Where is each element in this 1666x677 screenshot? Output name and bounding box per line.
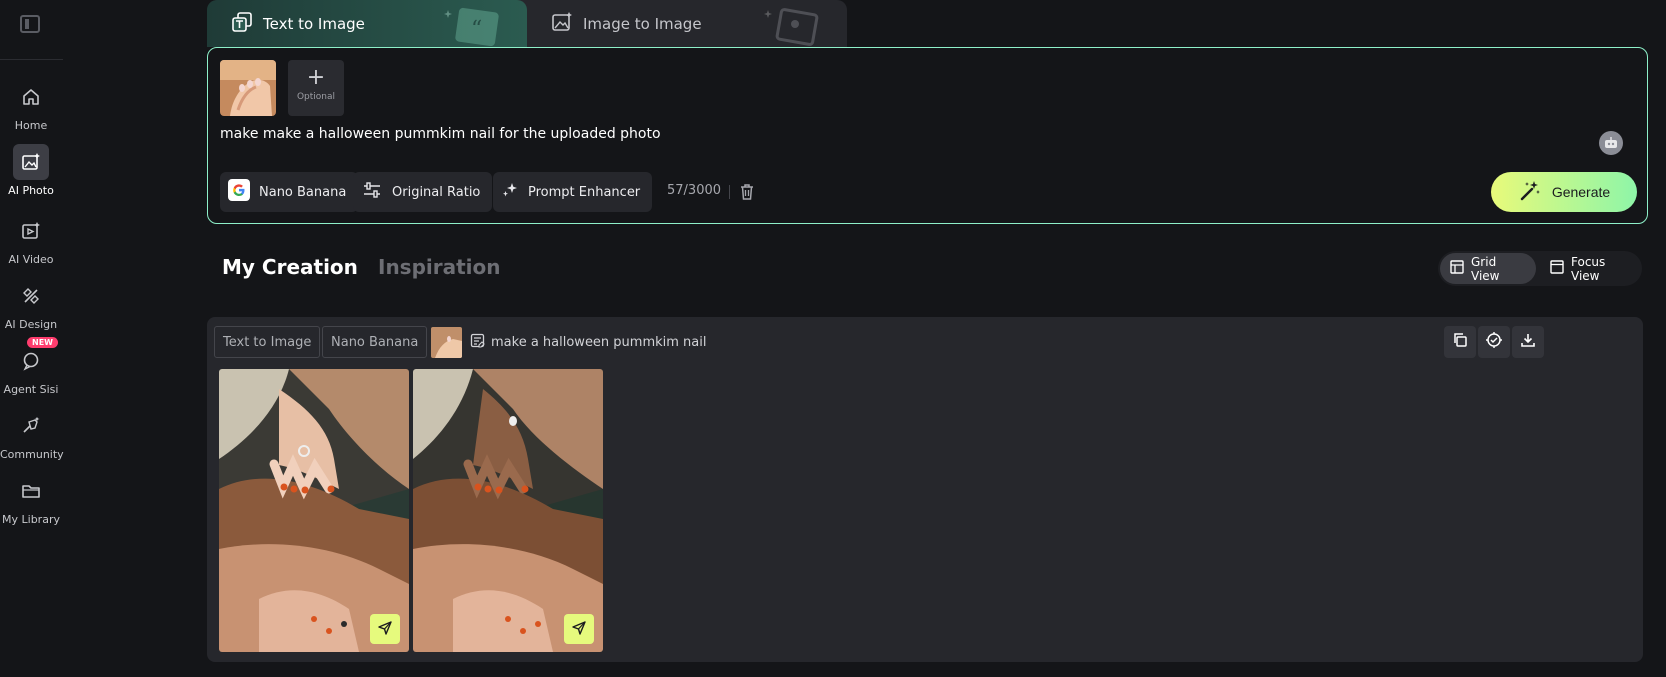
quote-decoration-icon: “ <box>444 7 499 46</box>
optional-image-slot[interactable]: + Optional <box>288 60 344 116</box>
sidebar-item-ai-video[interactable]: AI Video <box>0 213 62 273</box>
app-root: Home AI Photo AI Video AI Design NEW Age… <box>0 0 1666 677</box>
copy-button[interactable] <box>1444 326 1476 358</box>
sidebar-item-ai-photo[interactable]: AI Photo <box>0 144 62 204</box>
grid-icon <box>1450 260 1464 277</box>
ratio-selector[interactable]: Original Ratio <box>353 172 493 212</box>
sidebar-item-label: AI Photo <box>8 184 54 197</box>
sidebar-item-home[interactable]: Home <box>0 79 62 139</box>
sidebar-toggle-icon[interactable] <box>20 15 40 33</box>
focus-view-label: Focus View <box>1571 254 1606 283</box>
enhancer-label: Prompt Enhancer <box>528 184 641 200</box>
character-counter: 57/3000 <box>667 183 722 198</box>
ai-reuse-icon <box>1485 331 1503 353</box>
send-to-edit-button[interactable] <box>564 614 594 644</box>
view-toggle: Grid View Focus View <box>1438 251 1642 286</box>
trash-icon[interactable] <box>739 183 755 205</box>
new-badge: NEW <box>27 337 58 348</box>
sidebar-item-label: AI Video <box>8 253 54 266</box>
sidebar-item-label: AI Design <box>4 318 58 331</box>
uploaded-image-thumbnail[interactable] <box>220 60 276 116</box>
reference-thumbnail[interactable] <box>431 327 462 358</box>
model-tag: Nano Banana <box>322 326 428 358</box>
download-button[interactable] <box>1512 326 1544 358</box>
regenerate-button[interactable] <box>1478 326 1510 358</box>
sidebar: Home AI Photo AI Video AI Design NEW Age… <box>0 0 64 677</box>
tab-text-to-image[interactable]: Text to Image “ <box>207 0 527 47</box>
agent-icon <box>13 343 49 379</box>
tab-my-creation[interactable]: My Creation <box>222 255 358 279</box>
magic-wand-icon <box>1518 179 1542 206</box>
sidebar-item-my-library[interactable]: My Library <box>0 473 62 533</box>
picture-decoration-icon <box>764 8 819 46</box>
generate-button[interactable]: Generate <box>1491 172 1637 212</box>
download-icon <box>1520 332 1536 352</box>
result-image[interactable] <box>413 369 603 652</box>
sidebar-item-label: My Library <box>2 513 60 526</box>
sparkle-icon <box>501 181 519 203</box>
sidebar-item-community[interactable]: Community <box>0 408 64 468</box>
sliders-icon <box>361 181 383 203</box>
sidebar-divider <box>0 59 63 60</box>
focus-view-button[interactable]: Focus View <box>1540 253 1640 284</box>
ai-photo-icon <box>13 144 49 180</box>
sidebar-item-agent-sisi[interactable]: NEW Agent Sisi <box>0 337 62 403</box>
prompt-text-icon <box>470 333 485 352</box>
sidebar-item-label: Agent Sisi <box>3 383 59 396</box>
card-prompt: make a halloween pummkim nail <box>470 333 707 352</box>
tab-inspiration[interactable]: Inspiration <box>378 255 501 279</box>
ai-design-icon <box>13 278 49 314</box>
tab-image-to-image[interactable]: Image to Image <box>527 0 847 47</box>
model-selector[interactable]: Nano Banana <box>220 172 359 212</box>
folder-icon <box>13 473 49 509</box>
generate-label: Generate <box>1551 184 1611 200</box>
sidebar-item-label: Community <box>0 448 64 461</box>
grid-view-button[interactable]: Grid View <box>1440 253 1536 284</box>
result-image[interactable] <box>219 369 409 652</box>
ratio-label: Original Ratio <box>392 184 481 200</box>
send-icon <box>572 620 586 639</box>
mode-tabs: Text to Image “ Image to Image <box>207 0 847 47</box>
google-icon <box>228 179 250 205</box>
send-to-edit-button[interactable] <box>370 614 400 644</box>
prompt-input[interactable]: make make a halloween pummkim nail for t… <box>220 126 1540 142</box>
creation-card: Text to Image Nano Banana make a hallowe… <box>207 317 1643 662</box>
community-icon <box>13 408 49 444</box>
sidebar-item-label: Home <box>14 119 48 132</box>
send-icon <box>378 620 392 639</box>
prompt-panel: + Optional make make a halloween pummkim… <box>207 47 1648 224</box>
counter-divider <box>729 185 730 199</box>
prompt-enhancer-button[interactable]: Prompt Enhancer <box>493 172 653 212</box>
optional-label: Optional <box>296 92 336 102</box>
ai-video-icon <box>13 213 49 249</box>
mode-tag: Text to Image <box>214 326 321 358</box>
grid-view-label: Grid View <box>1471 254 1500 283</box>
tab-label: Image to Image <box>583 14 702 33</box>
robot-icon[interactable] <box>1599 131 1623 155</box>
image-to-image-icon <box>551 11 573 37</box>
svg-text:“: “ <box>471 17 482 42</box>
sidebar-item-ai-design[interactable]: AI Design <box>0 278 62 338</box>
plus-icon: + <box>306 65 326 90</box>
focus-icon <box>1550 260 1564 277</box>
copy-icon <box>1452 332 1468 352</box>
tab-label: Text to Image <box>263 14 365 33</box>
home-icon <box>13 79 49 115</box>
model-label: Nano Banana <box>259 184 347 200</box>
card-prompt-text: make a halloween pummkim nail <box>491 335 707 350</box>
text-to-image-icon <box>231 11 253 37</box>
